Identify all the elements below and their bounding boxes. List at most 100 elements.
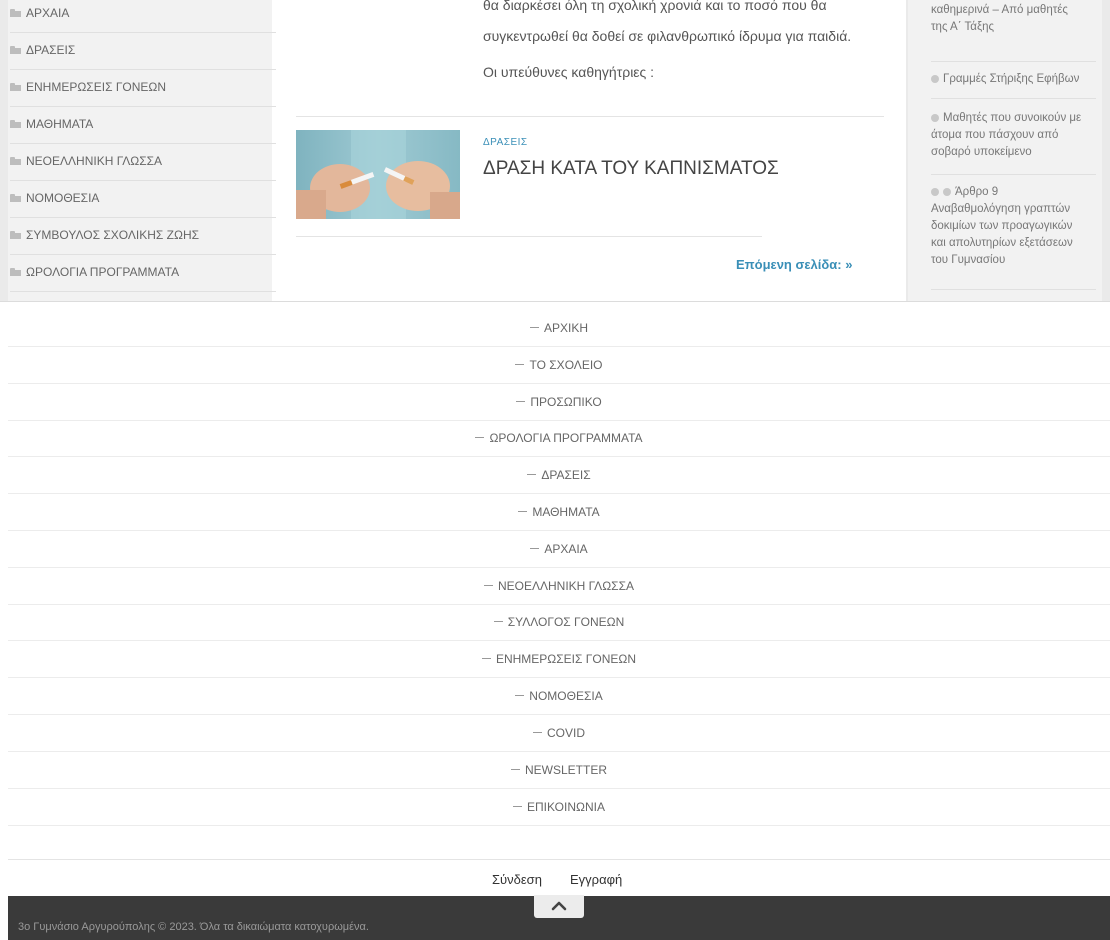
footer-menu-link[interactable]: ΠΡΟΣΩΠΙΚΟ (8, 395, 1110, 409)
footer-menu-item-epikoinonia[interactable]: ΕΠΙΚΟΙΝΩΝΙΑ (8, 789, 1110, 826)
article-text-line: Οι υπεύθυνες καθηγήτριες : (483, 64, 655, 80)
copyright-text: 3ο Γυμνάσιο Αργυρούπολης © 2023. Όλα τα … (18, 921, 369, 933)
category-label[interactable]: ΕΝΗΜΕΡΩΣΕΙΣ ΓΟΝΕΩΝ (26, 80, 166, 94)
category-label[interactable]: ΝΟΜΟΘΕΣΙΑ (26, 191, 99, 205)
footer-menu-link[interactable]: ΕΝΗΜΕΡΩΣΕΙΣ ΓΟΝΕΩΝ (8, 652, 1110, 666)
folder-icon (10, 231, 21, 239)
recent-post-link[interactable]: Μαθητές που συνοικούν με άτομα που πάσχο… (931, 110, 1081, 161)
post-thumbnail[interactable] (296, 130, 460, 219)
footer-menu-label[interactable]: ΜΑΘΗΜΑΤΑ (532, 505, 599, 519)
footer-menu-item-nomothesia[interactable]: ΝΟΜΟΘΕΣΙΑ (8, 678, 1110, 715)
back-to-top-button[interactable] (534, 895, 584, 918)
dash-icon (475, 437, 485, 438)
category-item-symvoulos[interactable]: ΣΥΜΒΟΥΛΟΣ ΣΧΟΛΙΚΗΣ ΖΩΗΣ (10, 218, 276, 255)
signin-link[interactable]: Σύνδεση (492, 872, 542, 887)
recent-post-line[interactable]: σοβαρό υποκείμενο (931, 144, 1081, 161)
footer-menu-label[interactable]: ΕΝΗΜΕΡΩΣΕΙΣ ΓΟΝΕΩΝ (496, 652, 636, 666)
post-title-link[interactable]: ΔΡΑΣΗ ΚΑΤΑ ΤΟΥ ΚΑΠΝΙΣΜΑΤΟΣ (483, 158, 779, 180)
footer-menu-link[interactable]: ΣΥΛΛΟΓΟΣ ΓΟΝΕΩΝ (8, 615, 1110, 629)
folder-icon (10, 83, 21, 91)
footer-menu-link[interactable]: ΝΟΜΟΘΕΣΙΑ (8, 689, 1110, 703)
category-label[interactable]: ΝΕΟΕΛΛΗΝΙΚΗ ΓΛΩΣΣΑ (26, 154, 162, 168)
footer-menu-item-orologia[interactable]: ΩΡΟΛΟΓΙΑ ΠΡΟΓΡΑΜΜΑΤΑ (8, 420, 1110, 457)
recent-post-line[interactable]: Άρθρο 9 (955, 186, 998, 198)
article-text-line: θα διαρκέσει όλη τη σχολική χρονιά και τ… (483, 0, 827, 13)
footer-menu-item-syllogos[interactable]: ΣΥΛΛΟΓΟΣ ΓΟΝΕΩΝ (8, 604, 1110, 641)
register-link[interactable]: Εγγραφή (570, 872, 622, 887)
footer-menu-label[interactable]: ΔΡΑΣΕΙΣ (541, 468, 590, 482)
recent-post-line[interactable]: της Α΄ Τάξης (931, 19, 1068, 36)
footer-menu-link[interactable]: COVID (8, 726, 1110, 740)
recent-post-line[interactable]: του Γυμνασίου (931, 252, 1073, 269)
dash-icon (513, 806, 523, 807)
bullet-icon (931, 114, 939, 122)
recent-post-line[interactable]: δοκιμίων των προαγωγικών (931, 218, 1073, 235)
footer-menu-item-enimeroseis[interactable]: ΕΝΗΜΕΡΩΣΕΙΣ ΓΟΝΕΩΝ (8, 641, 1110, 678)
dash-icon (516, 401, 526, 402)
folder-icon (10, 9, 21, 17)
dash-icon (518, 511, 528, 512)
category-item-orologia[interactable]: ΩΡΟΛΟΓΙΑ ΠΡΟΓΡΑΜΜΑΤΑ (10, 255, 276, 292)
dash-icon (481, 658, 491, 659)
footer-menu-item-arxiki[interactable]: ΑΡΧΙΚΗ (8, 310, 1110, 347)
recent-post-link[interactable]: Γραμμές Στήριξης Εφήβων (931, 71, 1079, 88)
recent-post-line[interactable]: Αναβαθμολόγηση γραπτών (931, 201, 1073, 218)
recent-post-line[interactable]: άτομα που πάσχουν από (931, 127, 1081, 144)
divider (0, 301, 1110, 302)
footer-menu-item-sxoleio[interactable]: ΤΟ ΣΧΟΛΕΙΟ (8, 347, 1110, 384)
post-category-link[interactable]: ΔΡΑΣΕΙΣ (483, 137, 528, 148)
divider (296, 236, 762, 237)
next-page-link[interactable]: Επόμενη σελίδα: » (736, 257, 852, 272)
footer-menu-label[interactable]: NEWSLETTER (525, 763, 607, 777)
recent-post-line[interactable]: Γραμμές Στήριξης Εφήβων (943, 73, 1079, 85)
footer-menu-link[interactable]: ΜΑΘΗΜΑΤΑ (8, 505, 1110, 519)
footer-menu-link[interactable]: ΑΡΧΙΚΗ (8, 321, 1110, 335)
recent-post-line[interactable]: και απολυτηρίων εξετάσεων (931, 235, 1073, 252)
footer-menu-label[interactable]: ΣΥΛΛΟΓΟΣ ΓΟΝΕΩΝ (508, 615, 625, 629)
footer-menu-link[interactable]: ΤΟ ΣΧΟΛΕΙΟ (8, 358, 1110, 372)
footer-menu-link[interactable]: ΝΕΟΕΛΛΗΝΙΚΗ ΓΛΩΣΣΑ (8, 579, 1110, 593)
category-item-neoelliniki[interactable]: ΝΕΟΕΛΛΗΝΙΚΗ ΓΛΩΣΣΑ (10, 144, 276, 181)
divider (931, 61, 1096, 62)
footer-menu-item-covid[interactable]: COVID (8, 715, 1110, 752)
recent-post-link[interactable]: Άρθρο 9 Αναβαθμολόγηση γραπτών δοκιμίων … (931, 184, 1073, 269)
footer-menu-label[interactable]: ΝΟΜΟΘΕΣΙΑ (529, 689, 602, 703)
category-label[interactable]: ΜΑΘΗΜΑΤΑ (26, 117, 93, 131)
footer-menu-label[interactable]: ΑΡΧΑΙΑ (544, 542, 587, 556)
footer-menu-label[interactable]: ΝΕΟΕΛΛΗΝΙΚΗ ΓΛΩΣΣΑ (498, 579, 634, 593)
footer-menu-item-draseis[interactable]: ΔΡΑΣΕΙΣ (8, 457, 1110, 494)
footer-menu-label[interactable]: ΤΟ ΣΧΟΛΕΙΟ (529, 358, 602, 372)
footer-menu-link[interactable]: ΕΠΙΚΟΙΝΩΝΙΑ (8, 800, 1110, 814)
footer-menu-link[interactable]: ΔΡΑΣΕΙΣ (8, 468, 1110, 482)
dash-icon (529, 327, 539, 328)
footer-menu-label[interactable]: ΠΡΟΣΩΠΙΚΟ (530, 395, 601, 409)
footer-menu-item-newsletter[interactable]: NEWSLETTER (8, 752, 1110, 789)
footer-menu-label[interactable]: ΩΡΟΛΟΓΙΑ ΠΡΟΓΡΑΜΜΑΤΑ (489, 431, 642, 445)
bullet-icon (931, 75, 939, 83)
recent-post-line[interactable]: καθημερινά – Από μαθητές (931, 2, 1068, 19)
footer-menu-item-neoelliniki[interactable]: ΝΕΟΕΛΛΗΝΙΚΗ ΓΛΩΣΣΑ (8, 568, 1110, 605)
category-label[interactable]: ΔΡΑΣΕΙΣ (26, 43, 75, 57)
category-item-enimeroseis[interactable]: ΕΝΗΜΕΡΩΣΕΙΣ ΓΟΝΕΩΝ (10, 70, 276, 107)
category-item-nomothesia[interactable]: ΝΟΜΟΘΕΣΙΑ (10, 181, 276, 218)
footer-menu-label[interactable]: COVID (547, 726, 585, 740)
category-label[interactable]: ΑΡΧΑΙΑ (26, 6, 69, 20)
footer-menu-link[interactable]: ΑΡΧΑΙΑ (8, 542, 1110, 556)
footer-menu-item-mathimata[interactable]: ΜΑΘΗΜΑΤΑ (8, 494, 1110, 531)
category-label[interactable]: ΩΡΟΛΟΓΙΑ ΠΡΟΓΡΑΜΜΑΤΑ (26, 265, 179, 279)
bullet-icon (943, 188, 951, 196)
folder-icon (10, 157, 21, 165)
category-item-draseis[interactable]: ΔΡΑΣΕΙΣ (10, 33, 276, 70)
recent-post-line[interactable]: Μαθητές που συνοικούν με (943, 112, 1081, 124)
footer-menu-link[interactable]: ΩΡΟΛΟΓΙΑ ΠΡΟΓΡΑΜΜΑΤΑ (8, 431, 1110, 445)
footer-menu-label[interactable]: ΑΡΧΙΚΗ (544, 321, 588, 335)
category-label[interactable]: ΣΥΜΒΟΥΛΟΣ ΣΧΟΛΙΚΗΣ ΖΩΗΣ (26, 228, 199, 242)
footer-menu-link[interactable]: NEWSLETTER (8, 763, 1110, 777)
category-item-mathimata[interactable]: ΜΑΘΗΜΑΤΑ (10, 107, 276, 144)
footer-menu-label[interactable]: ΕΠΙΚΟΙΝΩΝΙΑ (527, 800, 605, 814)
footer-menu-item-prosopiko[interactable]: ΠΡΟΣΩΠΙΚΟ (8, 384, 1110, 421)
folder-icon (10, 120, 21, 128)
recent-post-link[interactable]: καθημερινά – Από μαθητές της Α΄ Τάξης (931, 2, 1068, 36)
category-item-archaia[interactable]: ΑΡΧΑΙΑ (10, 0, 276, 33)
footer-menu-item-archaia[interactable]: ΑΡΧΑΙΑ (8, 531, 1110, 568)
